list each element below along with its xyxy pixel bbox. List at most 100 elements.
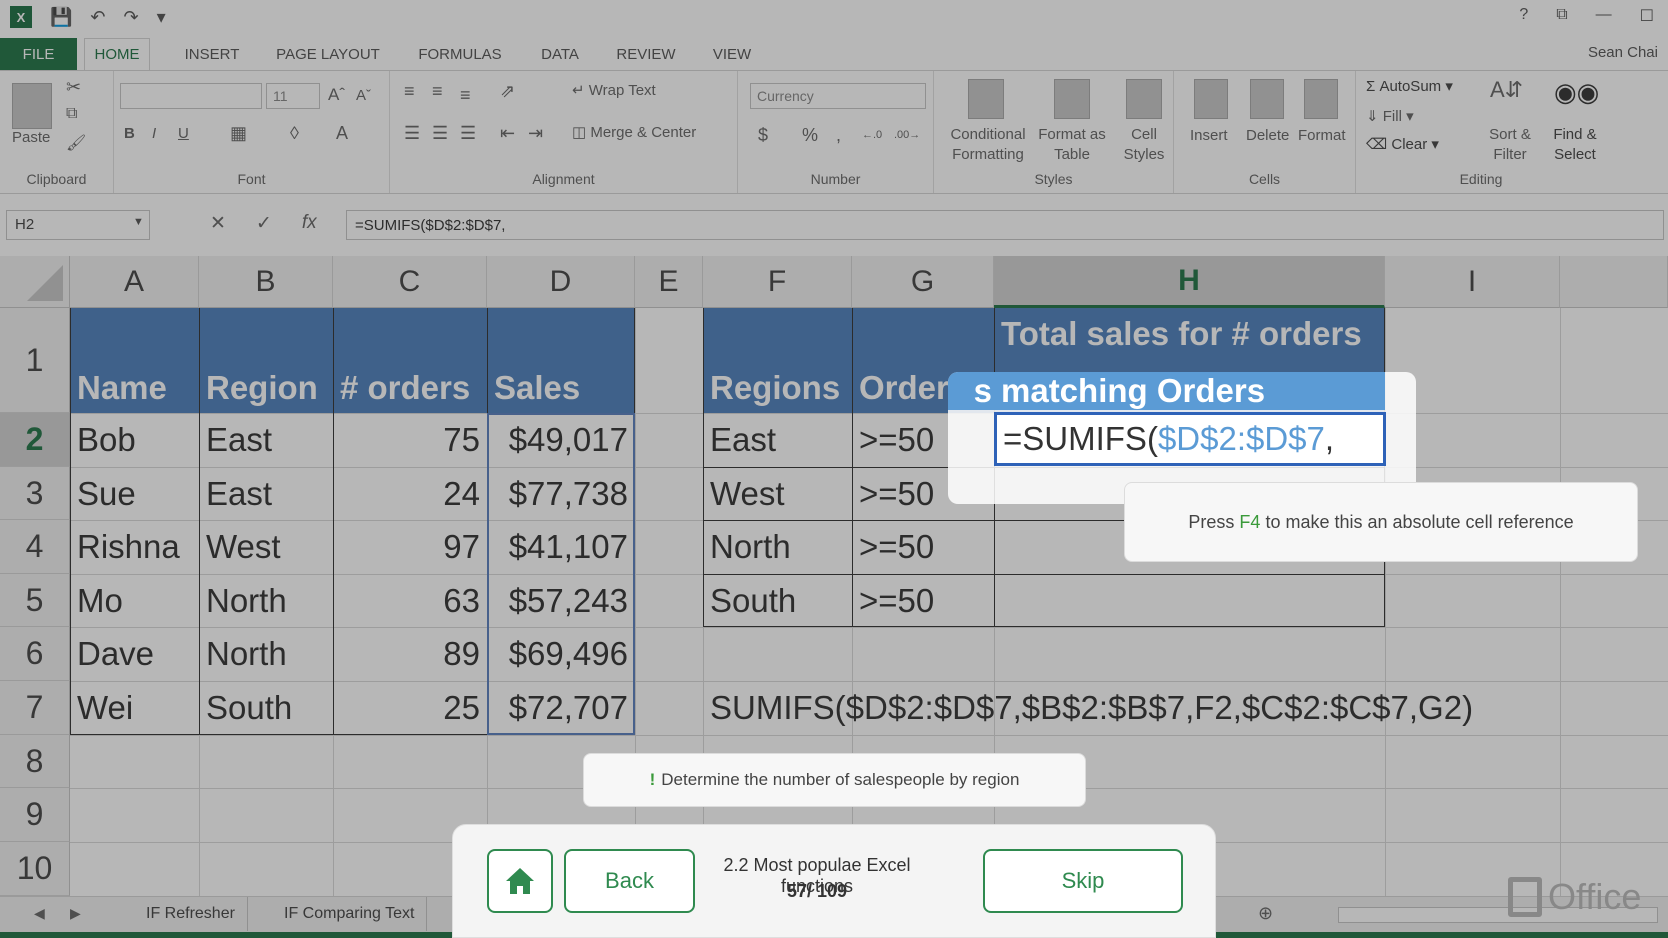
comma-button[interactable]: , (836, 125, 841, 146)
user-name[interactable]: Sean Chai (1588, 44, 1658, 61)
customize-toolbar-icon[interactable]: ▾ (157, 7, 166, 28)
cell-b5[interactable]: North (199, 574, 333, 627)
name-box[interactable]: H2 (6, 210, 150, 240)
cell-g5[interactable]: >=50 (852, 574, 994, 627)
column-header-c[interactable]: C (333, 256, 487, 308)
row-header-8[interactable]: 8 (0, 735, 70, 788)
sort-filter-button[interactable]: Sort & Filter (1480, 125, 1540, 165)
cell-b2[interactable]: East (199, 413, 333, 467)
cell-styles-button[interactable]: Cell Styles (1114, 125, 1174, 165)
cell-c3[interactable]: 24 (333, 467, 487, 520)
cut-icon[interactable]: ✂ (66, 77, 81, 98)
decrease-font-icon[interactable]: Aˇ (356, 87, 371, 104)
cell-a2[interactable]: Bob (70, 413, 199, 467)
cell-b6[interactable]: North (199, 627, 333, 681)
tab-insert[interactable]: INSERT (172, 38, 252, 70)
cell-a4[interactable]: Rishna (70, 520, 199, 574)
minimize-icon[interactable]: — (1596, 6, 1612, 26)
clear-button[interactable]: ⌫ Clear ▾ (1366, 135, 1439, 153)
increase-indent-icon[interactable]: ⇥ (528, 123, 543, 144)
orientation-icon[interactable]: ⇗ (500, 81, 515, 102)
cell-f4[interactable]: North (703, 520, 852, 574)
cell-f2[interactable]: East (703, 413, 852, 467)
column-header-g[interactable]: G (852, 256, 994, 308)
decrease-decimal-icon[interactable]: .00→ (894, 129, 920, 141)
cell-a6[interactable]: Dave (70, 627, 199, 681)
help-icon[interactable]: ? (1519, 6, 1528, 26)
row-header-1[interactable]: 1 (0, 308, 70, 413)
column-header-a[interactable]: A (70, 256, 199, 308)
font-color-button[interactable]: A (336, 123, 348, 144)
column-header-h[interactable]: H (994, 256, 1385, 308)
increase-font-icon[interactable]: Aˆ (328, 85, 345, 105)
undo-icon[interactable]: ↶ (90, 7, 105, 28)
cell-c5[interactable]: 63 (333, 574, 487, 627)
prev-sheet-icon[interactable]: ◀ (34, 905, 45, 922)
column-header-b[interactable]: B (199, 256, 333, 308)
format-painter-icon[interactable]: 🖌 (66, 133, 86, 153)
middle-align-icon[interactable]: ≡ (432, 81, 443, 102)
copy-icon[interactable]: ⧉ (66, 105, 77, 123)
decrease-indent-icon[interactable]: ⇤ (500, 123, 515, 144)
percent-button[interactable]: % (802, 125, 818, 146)
header-sales[interactable]: Sales (487, 308, 635, 413)
row-header-3[interactable]: 3 (0, 467, 70, 520)
cell-a5[interactable]: Mo (70, 574, 199, 627)
ribbon-display-icon[interactable]: ⧉ (1556, 6, 1567, 26)
underline-button[interactable]: U (178, 125, 189, 142)
find-select-button[interactable]: Find & Select (1544, 125, 1606, 165)
cell-f3[interactable]: West (703, 467, 852, 520)
borders-icon[interactable]: ▦ (230, 123, 247, 144)
tab-view[interactable]: VIEW (704, 38, 760, 70)
row-header-10[interactable]: 10 (0, 842, 70, 896)
sumifs-note[interactable]: SUMIFS($D$2:$D$7,$B$2:$B$7,F2,$C$2:$C$7,… (703, 681, 1563, 735)
cell-g4[interactable]: >=50 (852, 520, 994, 574)
enter-icon[interactable]: ✓ (256, 212, 272, 235)
formula-input[interactable]: =SUMIFS($D$2:$D$7, (346, 210, 1664, 240)
font-size-select[interactable]: 11 (266, 83, 320, 109)
column-header-e[interactable]: E (635, 256, 703, 308)
cell-a7[interactable]: Wei (70, 681, 199, 735)
cell-c6[interactable]: 89 (333, 627, 487, 681)
bold-button[interactable]: B (124, 125, 135, 142)
insert-function-icon[interactable]: fx (302, 212, 317, 235)
next-sheet-icon[interactable]: ▶ (70, 905, 81, 922)
fill-button[interactable]: ⇓ Fill ▾ (1366, 107, 1414, 125)
top-align-icon[interactable]: ≡ (404, 81, 415, 102)
align-right-icon[interactable]: ☰ (460, 123, 476, 144)
currency-button[interactable]: $ (758, 125, 768, 146)
cell-b7[interactable]: South (199, 681, 333, 735)
cell-c7[interactable]: 25 (333, 681, 487, 735)
tab-review[interactable]: REVIEW (608, 38, 684, 70)
save-icon[interactable]: 💾 (50, 7, 72, 28)
column-header-f[interactable]: F (703, 256, 852, 308)
tab-formulas[interactable]: FORMULAS (410, 38, 510, 70)
tab-home[interactable]: HOME (84, 38, 150, 70)
cell-c4[interactable]: 97 (333, 520, 487, 574)
active-cell-h2[interactable]: =SUMIFS($D$2:$D$7, (994, 412, 1386, 466)
align-left-icon[interactable]: ☰ (404, 123, 420, 144)
row-header-6[interactable]: 6 (0, 627, 70, 681)
format-button[interactable]: Format (1298, 127, 1346, 144)
header-regions[interactable]: Regions (703, 308, 852, 413)
autosum-button[interactable]: Σ AutoSum ▾ (1366, 77, 1453, 95)
column-header-d[interactable]: D (487, 256, 635, 308)
number-format-select[interactable]: Currency (750, 83, 926, 109)
home-button[interactable] (487, 849, 553, 913)
conditional-formatting-button[interactable]: Conditional Formatting (942, 125, 1034, 165)
font-name-select[interactable] (120, 83, 262, 109)
row-header-7[interactable]: 7 (0, 681, 70, 735)
sheet-tab-if-refresher[interactable]: IF Refresher (134, 897, 248, 931)
add-sheet-icon[interactable]: ⊕ (1258, 903, 1273, 924)
insert-button[interactable]: Insert (1190, 127, 1228, 144)
cell-c2[interactable]: 75 (333, 413, 487, 467)
header-region[interactable]: Region (199, 308, 333, 413)
wrap-text-button[interactable]: ↵ Wrap Text (572, 81, 656, 99)
back-button[interactable]: Back (564, 849, 695, 913)
format-as-table-button[interactable]: Format as Table (1032, 125, 1112, 165)
tab-page-layout[interactable]: PAGE LAYOUT (270, 38, 386, 70)
header-total-sales-line2[interactable]: matching Orders (994, 372, 1385, 410)
bottom-align-icon[interactable]: ≡ (460, 85, 471, 106)
italic-button[interactable]: I (152, 125, 156, 142)
header-name[interactable]: Name (70, 308, 199, 413)
